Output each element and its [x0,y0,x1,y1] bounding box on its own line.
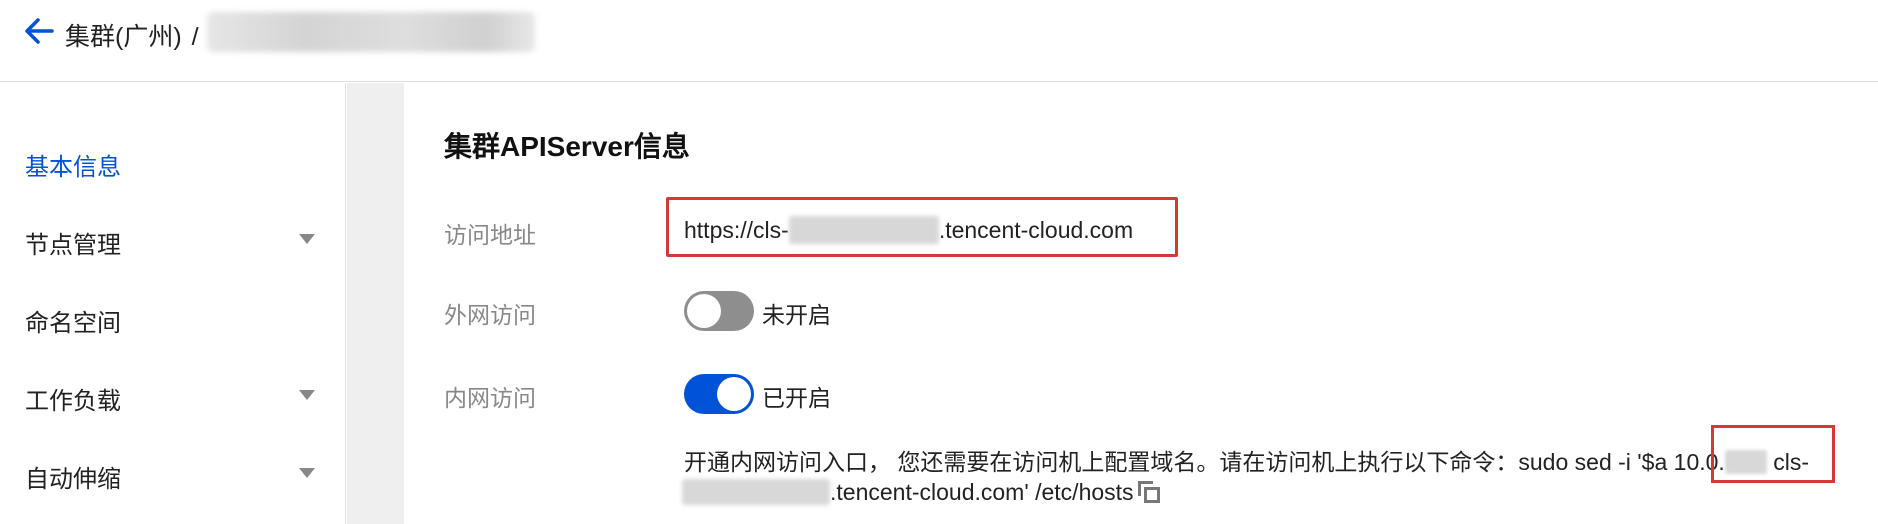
section-title: 集群APIServer信息 [444,131,690,162]
host-redacted [682,479,830,505]
private-access-hint-line1: 开通内网访问入口， 您还需要在访问机上配置域名。请在访问机上执行以下命令：sud… [684,443,1809,477]
arrow-left-icon[interactable] [22,14,56,48]
chevron-down-icon [299,234,315,244]
sidebar: 基本信息 节点管理 命名空间 工作负载 自动伸缩 [0,83,346,524]
breadcrumb-separator: / [191,23,199,51]
public-access-toggle[interactable] [684,291,754,331]
url-suffix: .tencent-cloud.com [938,217,1134,243]
sidebar-item-basic-info[interactable]: 基本信息 [25,140,325,181]
sidebar-item-label: 基本信息 [25,154,121,181]
public-access-status: 未开启 [762,302,831,328]
hint-text: 开通内网访问入口， 您还需要在访问机上配置域名。请在访问机上执行以下命令：sud… [684,449,1674,475]
chevron-down-icon [299,390,315,400]
private-access-toggle[interactable] [684,374,754,414]
access-address-label: 访问地址 [444,222,536,248]
cluster-id-redacted [788,216,939,244]
breadcrumb: 集群(广州) / [65,17,199,53]
toggle-knob [687,294,721,328]
sidebar-item-label: 命名空间 [25,310,121,337]
sidebar-item-node-management[interactable]: 节点管理 [25,218,325,259]
private-access-status: 已开启 [762,385,831,411]
sidebar-item-workload[interactable]: 工作负载 [25,374,325,415]
public-access-label: 外网访问 [444,302,536,328]
sidebar-item-autoscaling[interactable]: 自动伸缩 [25,452,325,493]
content-gutter [347,83,404,524]
sidebar-item-label: 节点管理 [25,232,121,259]
ip-highlight-box [1711,425,1835,483]
sidebar-item-label: 自动伸缩 [25,466,121,493]
page-header: 集群(广州) / [0,0,1878,82]
hint-hosts-suffix: .tencent-cloud.com' /etc/hosts [830,479,1134,505]
private-access-hint-line2: .tencent-cloud.com' /etc/hosts [682,479,1160,506]
sidebar-item-namespace[interactable]: 命名空间 [25,296,325,337]
copy-icon[interactable] [1137,481,1160,503]
toggle-knob [717,377,751,411]
breadcrumb-cluster[interactable]: 集群(广州) [65,23,182,51]
sidebar-item-label: 工作负载 [25,388,121,415]
main-content: 集群APIServer信息 访问地址 https://cls- .tencent-… [404,83,1878,524]
private-access-label: 内网访问 [444,385,536,411]
access-address-value: https://cls- .tencent-cloud.com [684,216,1133,244]
url-prefix: https://cls- [684,217,789,243]
chevron-down-icon [299,468,315,478]
cluster-name-redacted [207,12,535,52]
